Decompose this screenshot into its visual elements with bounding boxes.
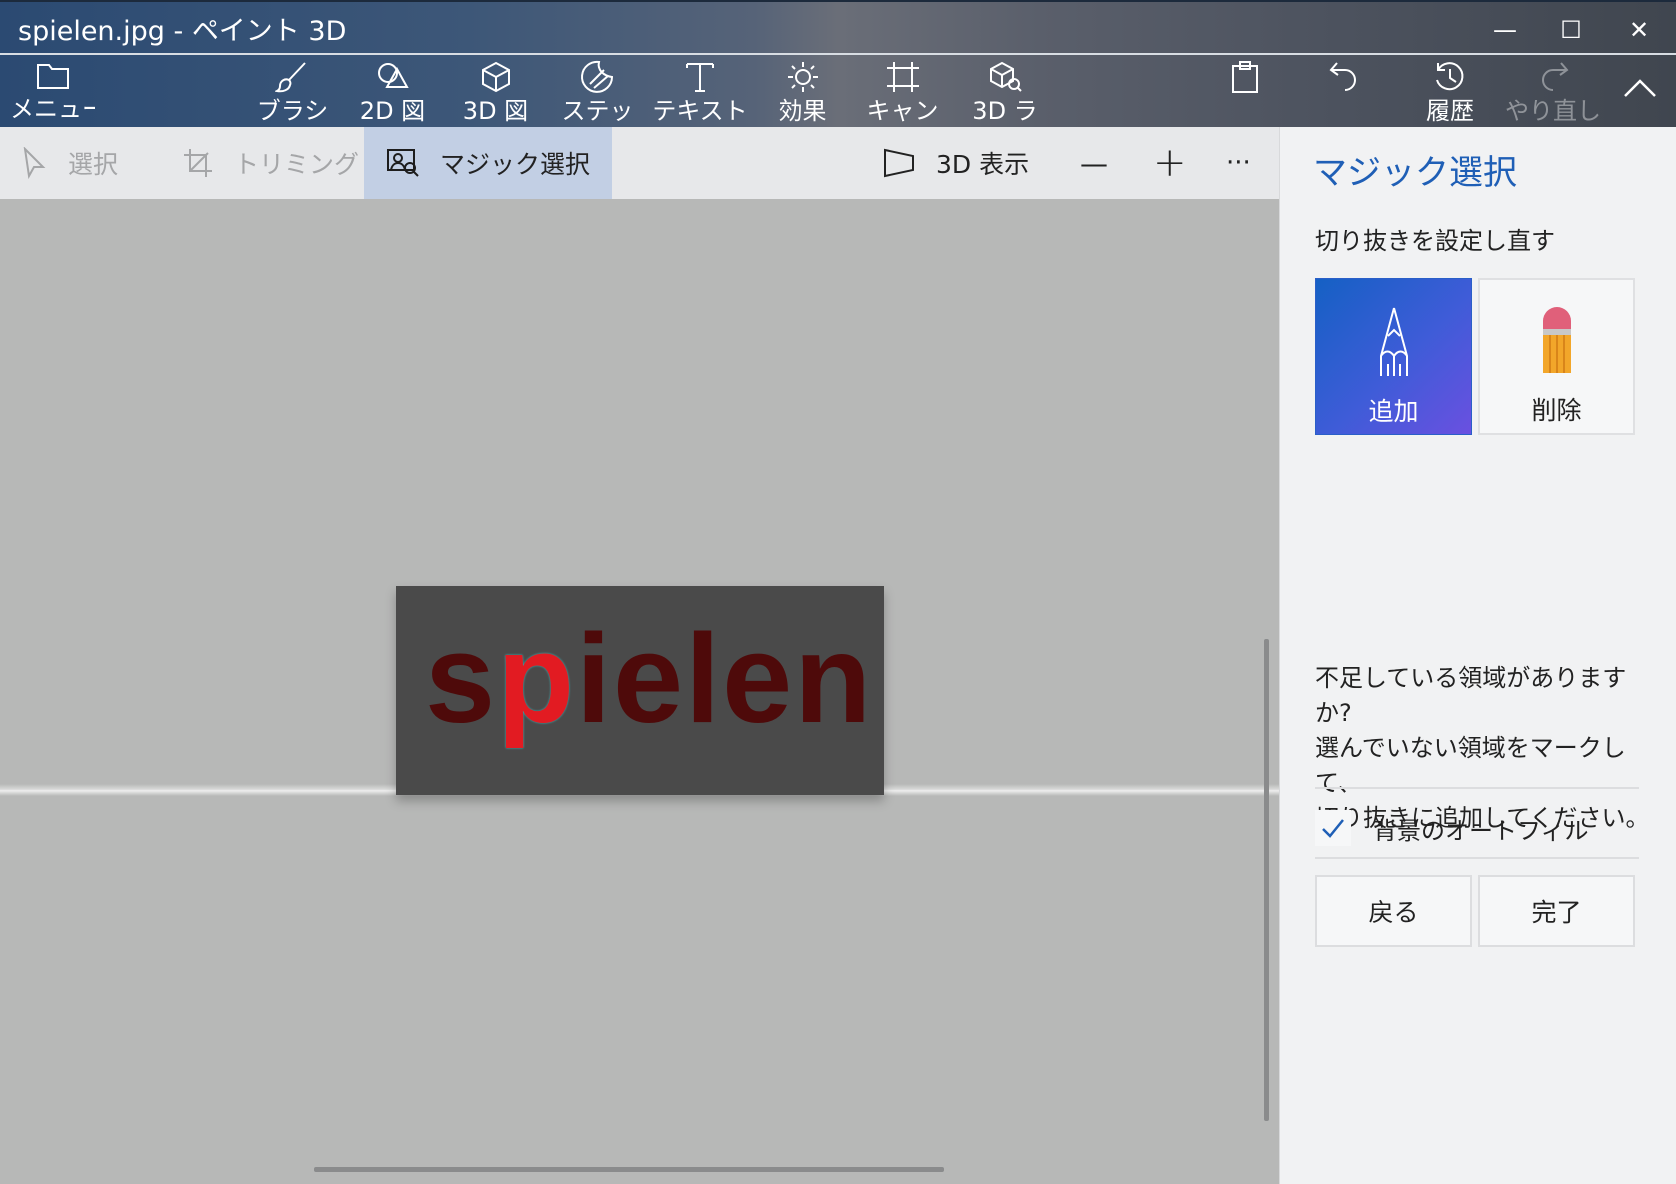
hint-line-1: 不足している領域がありますか? [1315, 664, 1627, 727]
canvas-crop-icon [886, 62, 919, 92]
folder-icon [36, 64, 69, 89]
redo-label: やり直し [1505, 97, 1600, 125]
view-3d-label: 3D 表示 [936, 150, 1030, 179]
library-3d-icon [990, 61, 1022, 92]
shapes-2d-icon [377, 63, 409, 88]
view-3d-button[interactable]: 3D 表示 [882, 127, 1029, 199]
text-button[interactable]: テキスト [650, 60, 750, 126]
eraser-icon [1542, 307, 1571, 373]
panel-title: マジック選択 [1313, 153, 1517, 193]
paste-button[interactable] [1220, 60, 1270, 126]
canvas-label: キャン [866, 97, 939, 125]
chevron-up-icon [1624, 79, 1656, 97]
shapes3d-label: 3D 図 [462, 97, 529, 125]
autofill-option[interactable]: 背景のオートフィル [1315, 803, 1635, 853]
magic-select-tool[interactable]: マジック選択 [364, 127, 613, 199]
brush-icon [274, 62, 306, 93]
stickers-label: ステッ [561, 97, 634, 125]
close-button[interactable]: ✕ [1614, 12, 1664, 48]
back-button[interactable]: 戻る [1315, 875, 1472, 947]
horizontal-scrollbar[interactable] [314, 1167, 944, 1172]
panel-divider-bottom [1315, 857, 1639, 859]
canvas-text: spielen [425, 604, 873, 754]
crop-icon [184, 149, 212, 177]
remove-button[interactable]: 削除 [1478, 278, 1635, 435]
history-label: 履歴 [1426, 97, 1474, 125]
effects-button[interactable]: 効果 [755, 60, 850, 126]
clipboard-icon [1232, 61, 1258, 93]
effects-label: 効果 [778, 97, 827, 125]
text-selected-letter: p [497, 608, 577, 749]
sticker-icon [580, 60, 613, 93]
crop-tool[interactable]: トリミング [182, 127, 359, 199]
magic-select-label: マジック選択 [440, 150, 591, 179]
select-tool[interactable]: 選択 [22, 127, 118, 199]
checkmark-icon [1322, 819, 1344, 838]
remove-label: 削除 [1531, 396, 1582, 425]
text-icon [686, 63, 714, 92]
pencil-icon [1379, 307, 1408, 376]
magic-select-panel: マジック選択 切り抜きを設定し直す 追加 削除 不足している領域がありますか? … [1279, 127, 1676, 1184]
hint-line-2: 選んでいない領域をマークして、 [1315, 734, 1626, 797]
select-label: 選択 [68, 150, 119, 179]
window-title: spielen.jpg - ペイント 3D [18, 16, 347, 47]
canvas-button[interactable]: キャン [855, 60, 950, 126]
shapes2d-label: 2D 図 [359, 97, 426, 125]
autofill-label: 背景のオートフィル [1373, 816, 1589, 845]
zoom-out-button[interactable]: — [1080, 127, 1108, 199]
undo-button[interactable] [1320, 60, 1370, 126]
history-icon [1436, 62, 1464, 91]
more-options-button[interactable]: ··· [1226, 127, 1251, 199]
selection-toolbar: 選択 トリミング マジック選択 3D 表示 — + ··· [0, 127, 1279, 199]
title-divider [0, 53, 1676, 55]
sun-icon [787, 62, 818, 92]
drawing-canvas[interactable]: spielen [0, 199, 1279, 1184]
minimize-button[interactable]: — [1480, 12, 1530, 48]
text-unselected-end: ielen [576, 608, 874, 749]
redo-button[interactable]: やり直し [1505, 60, 1600, 126]
shapes2d-button[interactable]: 2D 図 [345, 60, 440, 126]
stickers-button[interactable]: ステッ [550, 60, 645, 126]
text-label: テキスト [652, 97, 748, 125]
cursor-icon [23, 147, 46, 179]
autofill-checkbox[interactable] [1315, 810, 1351, 846]
zoom-in-button[interactable]: + [1153, 127, 1187, 199]
shapes3d-button[interactable]: 3D 図 [448, 60, 543, 126]
text-unselected-start: s [425, 608, 498, 749]
crop-label: トリミング [234, 150, 360, 179]
add-label: 追加 [1368, 397, 1419, 426]
add-button[interactable]: 追加 [1315, 278, 1472, 435]
library3d-label: 3D ラ [972, 97, 1038, 125]
brushes-label: ブラシ [256, 97, 329, 125]
library3d-button[interactable]: 3D ラ [955, 60, 1055, 126]
done-button[interactable]: 完了 [1478, 875, 1635, 947]
brushes-button[interactable]: ブラシ [250, 60, 335, 126]
redo-icon [1541, 62, 1568, 91]
panel-divider-top [1315, 787, 1639, 789]
cube-icon [481, 61, 510, 93]
history-button[interactable]: 履歴 [1415, 60, 1485, 126]
panel-subtitle: 切り抜きを設定し直す [1315, 227, 1555, 255]
menu-button[interactable]: メニュー [10, 60, 95, 126]
maximize-button[interactable]: ☐ [1546, 12, 1596, 48]
title-toolbar-area: spielen.jpg - ペイント 3D — ☐ ✕ メニュー ブラシ 2D … [0, 0, 1676, 127]
image-region[interactable]: spielen [396, 586, 884, 795]
magic-select-icon [387, 149, 419, 177]
vertical-scrollbar[interactable] [1264, 639, 1269, 1121]
menu-label: メニュー [10, 95, 95, 123]
undo-icon [1329, 62, 1356, 91]
view-3d-icon [884, 148, 914, 178]
